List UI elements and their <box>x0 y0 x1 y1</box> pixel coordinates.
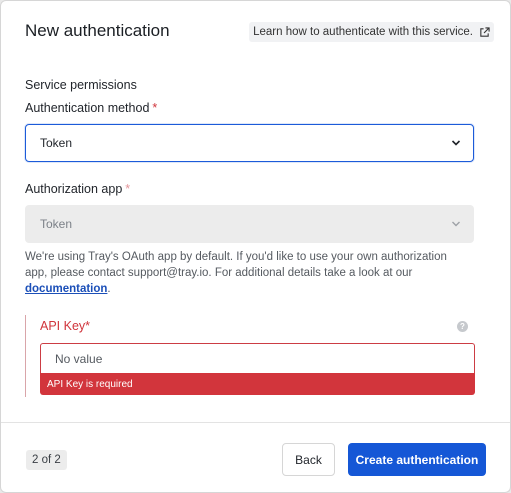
step-indicator: 2 of 2 <box>26 450 67 470</box>
api-key-label-text: API Key <box>40 319 86 333</box>
api-key-field-group: API Key* ? No value API Key is required <box>25 315 475 397</box>
auth-app-select: Token <box>25 205 474 243</box>
chevron-down-icon <box>451 140 461 146</box>
required-mark: * <box>85 319 91 333</box>
external-link-icon <box>480 26 490 37</box>
auth-method-label: Authentication method * <box>25 101 157 115</box>
auth-app-help-text: We're using Tray's OAuth app by default.… <box>25 249 465 297</box>
auth-method-label-text: Authentication method <box>25 101 150 115</box>
modal-title: New authentication <box>25 21 170 40</box>
footer-divider <box>1 422 510 423</box>
modal-header: New authentication Learn how to authenti… <box>25 19 494 47</box>
section-label-permissions: Service permissions <box>25 78 137 92</box>
learn-auth-link-label: Learn how to authenticate with this serv… <box>253 26 473 38</box>
api-key-label: API Key* <box>40 319 90 333</box>
auth-app-value: Token <box>40 217 73 231</box>
api-key-placeholder: No value <box>55 351 103 366</box>
auth-method-select[interactable]: Token <box>25 124 474 162</box>
documentation-link[interactable]: documentation <box>25 283 107 295</box>
required-mark: * <box>125 182 131 196</box>
auth-app-label: Authorization app * <box>25 182 130 196</box>
chevron-down-icon <box>452 221 460 227</box>
required-mark: * <box>152 101 158 115</box>
api-key-error-message: API Key is required <box>40 373 475 395</box>
auth-app-label-text: Authorization app <box>25 182 123 196</box>
create-authentication-button[interactable]: Create authentication <box>348 443 486 476</box>
api-key-input[interactable]: No value <box>40 343 475 373</box>
help-circle-icon[interactable]: ? <box>457 321 468 332</box>
auth-method-value: Token <box>40 136 73 150</box>
back-button[interactable]: Back <box>282 443 335 476</box>
new-authentication-modal: New authentication Learn how to authenti… <box>0 0 511 493</box>
help-text-body: We're using Tray's OAuth app by default.… <box>25 251 447 279</box>
learn-auth-link[interactable]: Learn how to authenticate with this serv… <box>249 22 494 42</box>
help-text-suffix: . <box>107 283 111 295</box>
